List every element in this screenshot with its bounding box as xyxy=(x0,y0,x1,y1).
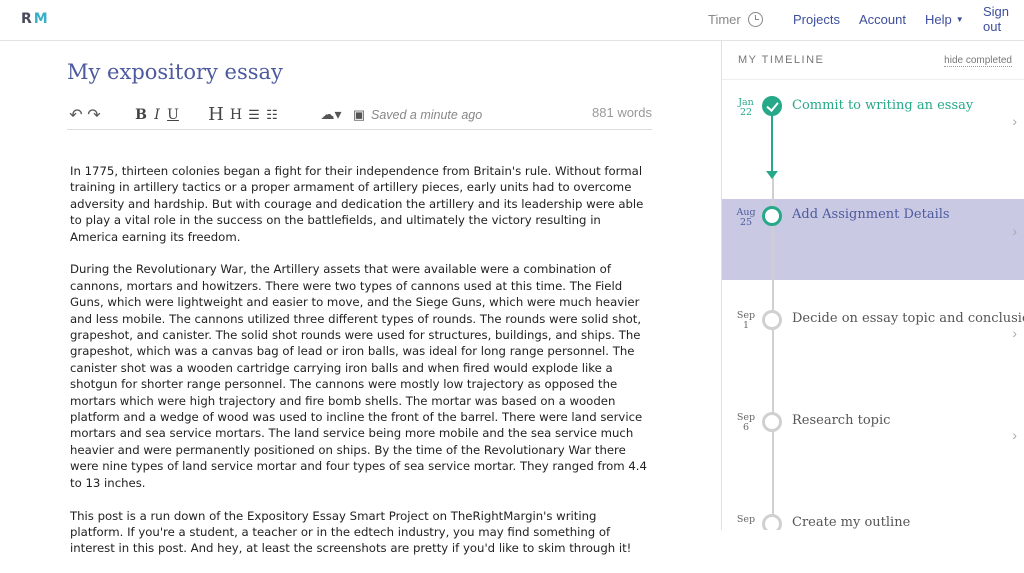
word-count: 881 words xyxy=(592,105,652,120)
italic-button[interactable]: I xyxy=(149,105,165,125)
timeline-item-label: Decide on essay topic and conclusion xyxy=(792,311,1024,326)
timeline-item[interactable]: Aug 25 Add Assignment Details › xyxy=(722,203,1024,273)
check-icon xyxy=(762,96,782,116)
cloud-download-icon[interactable]: ☁▾ xyxy=(319,105,343,125)
nav-account-link[interactable]: Account xyxy=(859,0,906,38)
timeline-header: MY TIMELINE hide completed xyxy=(722,41,1024,80)
timeline-item-label: Add Assignment Details xyxy=(792,207,950,222)
chevron-right-icon: › xyxy=(1012,113,1017,129)
timeline-title: MY TIMELINE xyxy=(738,54,825,66)
timeline-node xyxy=(762,206,782,226)
timeline-date: Jan 22 xyxy=(738,97,754,118)
paragraph: During the Revolutionary War, the Artill… xyxy=(70,262,647,490)
timeline-item-label: Commit to writing an essay xyxy=(792,98,974,113)
saved-status: Saved a minute ago xyxy=(371,107,483,122)
hide-completed-link[interactable]: hide completed xyxy=(944,55,1012,67)
heading2-button[interactable]: H xyxy=(227,105,245,125)
timeline-item[interactable]: Sep Create my outline xyxy=(722,511,1024,530)
bullet-list-icon[interactable]: ☰ xyxy=(245,105,263,125)
editor-toolbar: ↶ ↷ B I U H H ☰ ☷ ☁▾ ▣ Saved a minute ag… xyxy=(67,100,652,130)
timeline-date: Aug 25 xyxy=(736,207,756,228)
save-icon[interactable]: ▣ xyxy=(351,105,367,125)
chevron-right-icon: › xyxy=(1012,325,1017,341)
timeline-node xyxy=(762,310,782,330)
timeline-arrow-icon xyxy=(766,171,778,179)
numbered-list-icon[interactable]: ☷ xyxy=(263,105,281,125)
timer-label: Timer xyxy=(708,11,741,27)
chevron-right-icon: › xyxy=(1012,427,1017,443)
timeline-date: Sep 1 xyxy=(736,310,756,331)
nav-projects-link[interactable]: Projects xyxy=(793,0,840,38)
redo-icon[interactable]: ↷ xyxy=(85,105,103,125)
timeline-item-label: Create my outline xyxy=(792,515,911,530)
paragraph: In 1775, thirteen colonies began a fight… xyxy=(70,164,644,244)
help-label: Help xyxy=(925,11,952,27)
clock-icon xyxy=(747,11,763,27)
timer-button[interactable]: Timer xyxy=(708,0,763,38)
bold-button[interactable]: B xyxy=(133,105,149,125)
timeline-item[interactable]: Sep 1 Decide on essay topic and conclusio… xyxy=(722,307,1024,377)
heading1-button[interactable]: H xyxy=(205,104,227,125)
caret-down-icon: ▼ xyxy=(955,14,964,24)
chevron-right-icon: › xyxy=(1012,223,1017,239)
timeline-date: Sep xyxy=(736,514,756,525)
timeline-node xyxy=(762,412,782,432)
top-navigation-bar: RM Timer Projects Account Help ▼ Sign out xyxy=(0,0,1024,41)
undo-icon[interactable]: ↶ xyxy=(67,105,85,125)
paragraph: This post is a run down of the Expositor… xyxy=(70,508,632,556)
timeline-sidebar: MY TIMELINE hide completed Jan 22 Commit … xyxy=(721,41,1024,530)
editor-pane: My expository essay ↶ ↷ B I U H H ☰ ☷ ☁▾… xyxy=(67,60,652,130)
timeline-item-label: Research topic xyxy=(792,413,891,428)
essay-body[interactable]: In 1775, thirteen colonies began a fight… xyxy=(70,163,648,573)
nav-signout-link[interactable]: Sign out xyxy=(983,0,1024,38)
timeline-item[interactable]: Jan 22 Commit to writing an essay › xyxy=(722,93,1024,159)
document-title[interactable]: My expository essay xyxy=(67,60,652,92)
timeline-node xyxy=(762,514,782,530)
timeline-item[interactable]: Sep 6 Research topic › xyxy=(722,409,1024,479)
underline-button[interactable]: U xyxy=(165,105,181,125)
nav-help-dropdown[interactable]: Help ▼ xyxy=(925,0,964,38)
app-logo[interactable]: RM xyxy=(21,11,50,27)
timeline-date: Sep 6 xyxy=(736,412,756,433)
